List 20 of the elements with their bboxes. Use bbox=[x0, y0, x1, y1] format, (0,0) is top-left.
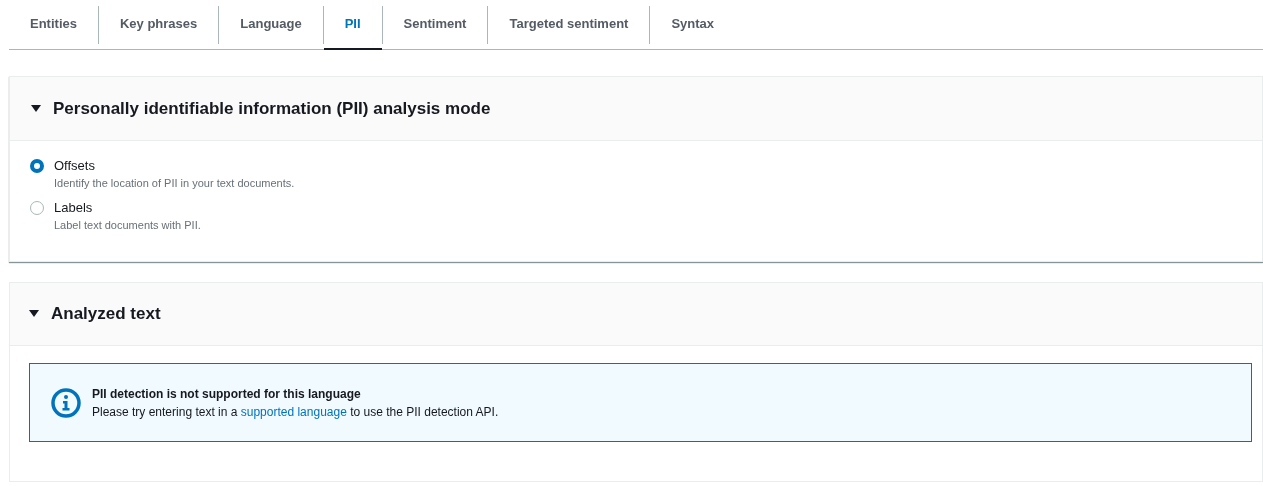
panel-title: Personally identifiable information (PII) analysis mode bbox=[53, 97, 491, 120]
alert-message: Please try entering text in a supported language to use the PII detection API. bbox=[92, 403, 499, 421]
radio-button[interactable] bbox=[30, 159, 44, 173]
alert-title: PII detection is not supported for this language bbox=[92, 385, 362, 403]
option-label: Labels bbox=[54, 199, 94, 217]
tab[interactable]: Key phrases bbox=[98, 0, 219, 50]
info-icon bbox=[50, 386, 82, 419]
caret-icon[interactable] bbox=[29, 310, 39, 318]
radio-button[interactable] bbox=[30, 201, 44, 215]
option-label: Offsets bbox=[54, 157, 96, 175]
tab[interactable]: Sentiment bbox=[382, 0, 488, 50]
tab[interactable]: Syntax bbox=[650, 0, 736, 50]
link[interactable]: supported language bbox=[240, 404, 347, 419]
panel-title: Analyzed text bbox=[51, 303, 161, 326]
option-description: Identify the location of PII in your text documents. bbox=[54, 176, 295, 191]
caret-icon[interactable] bbox=[31, 104, 41, 113]
tab[interactable]: Language bbox=[219, 0, 323, 50]
option-description: Label text documents with PII. bbox=[54, 218, 201, 233]
tab[interactable]: Entities bbox=[9, 0, 98, 50]
tab[interactable]: Targeted sentiment bbox=[488, 0, 650, 50]
